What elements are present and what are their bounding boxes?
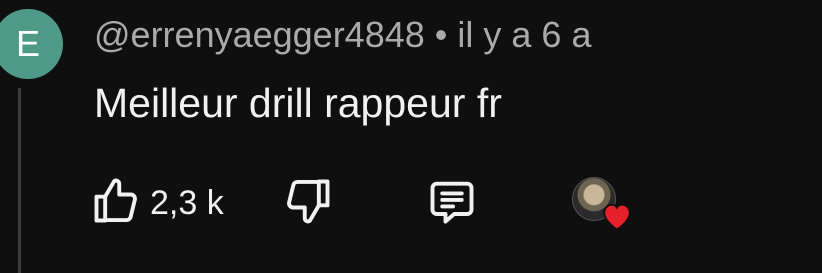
- meta-separator: •: [434, 14, 448, 55]
- author-name[interactable]: @errenyaegger4848: [94, 14, 425, 55]
- avatar-letter: E: [15, 23, 40, 64]
- like-count: 2,3 k: [150, 183, 224, 222]
- comment-avatar[interactable]: E: [0, 9, 63, 79]
- comment-actions: 2,3 k: [90, 177, 650, 231]
- dislike-button[interactable]: [282, 177, 334, 229]
- comment-time[interactable]: il y a 6 a: [457, 14, 591, 55]
- comment-meta: @errenyaegger4848 • il y a 6 a: [94, 13, 591, 57]
- like-button[interactable]: 2,3 k: [90, 177, 224, 229]
- reply-button[interactable]: [425, 177, 479, 229]
- thread-line: [18, 88, 21, 273]
- comment-icon: [425, 175, 479, 232]
- thumbs-down-icon: [282, 175, 334, 232]
- comment-text: Meilleur drill rappeur fr: [94, 80, 502, 126]
- thumbs-up-icon: [90, 175, 142, 232]
- heart-icon: [599, 198, 635, 234]
